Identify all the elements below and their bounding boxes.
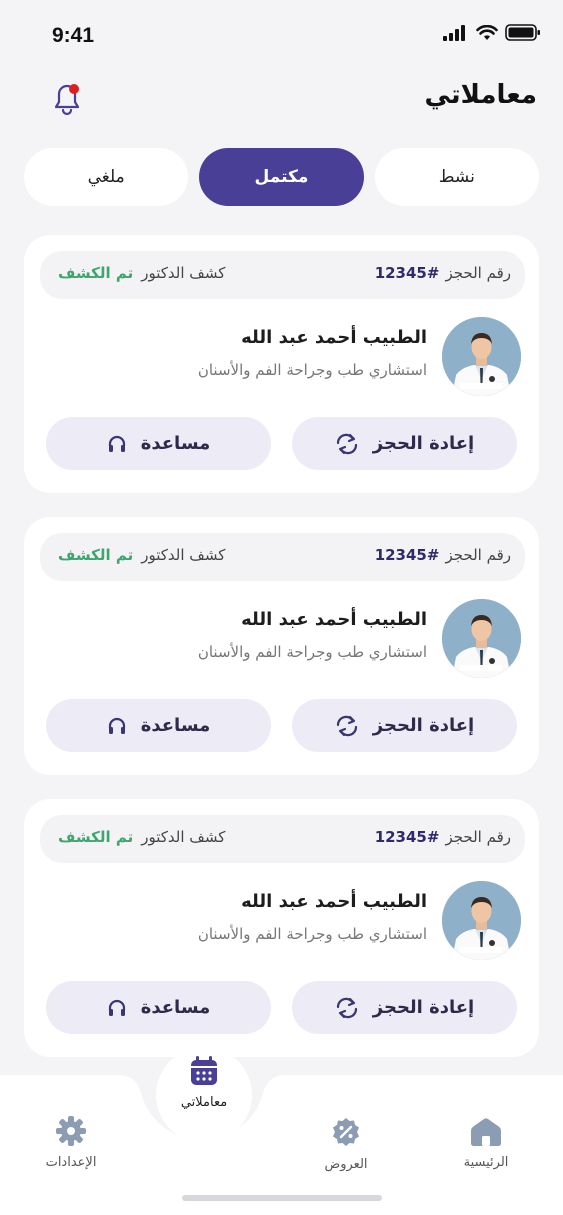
booking-number-label: رقم الحجز [445,828,511,846]
nav-home-label: الرئيسية [463,1155,509,1170]
rebook-button[interactable]: إعادة الحجز [292,981,517,1034]
booking-number-value: #12345 [374,264,440,282]
signal-icon [443,24,465,41]
booking-card: رقم الحجز #12345 كشف الدكتور تم الكشف الطب… [24,799,539,1057]
nav-settings[interactable]: الإعدادات [36,1115,106,1170]
home-icon [471,1118,501,1146]
bell-icon[interactable] [50,78,84,118]
status-icons [443,24,541,41]
rebook-label: إعادة الحجز [372,997,475,1018]
refresh-icon [336,433,357,454]
nav-offers-label: العروض [324,1157,368,1172]
booking-info-bar: رقم الحجز #12345 كشف الدكتور تم الكشف [40,251,525,299]
rebook-button[interactable]: إعادة الحجز [292,417,517,470]
booking-info-bar: رقم الحجز #12345 كشف الدكتور تم الكشف [40,533,525,581]
rebook-label: إعادة الحجز [372,715,475,736]
nav-transactions-label: معاملاتي [180,1095,228,1110]
doctor-photo [442,881,521,960]
help-button[interactable]: مساعدة [46,699,271,752]
help-label: مساعدة [140,997,211,1018]
booking-card: رقم الحجز #12345 كشف الدكتور تم الكشف الطب… [24,517,539,775]
booking-number-label: رقم الحجز [445,264,511,282]
exam-info: كشف الدكتور تم الكشف [58,828,225,846]
battery-icon [505,24,540,41]
booking-number: رقم الحجز #12345 [375,264,511,282]
doctor-specialty: استشاري طب وجراحة الفم والأسنان [197,361,427,379]
home-indicator [182,1195,382,1201]
rebook-button[interactable]: إعادة الحجز [292,699,517,752]
status-bar: 9:41 [0,0,563,70]
exam-type: كشف الدكتور [141,546,226,564]
exam-status-badge: تم الكشف [58,264,134,282]
discount-icon [333,1118,359,1146]
tab-cancelled[interactable]: ملغي [24,148,189,206]
doctor-specialty: استشاري طب وجراحة الفم والأسنان [197,925,427,943]
tab-completed[interactable]: مكتمل [199,148,364,206]
doctor-name: الطبيب أحمد عبد الله [241,609,427,630]
filter-tabs: ملغي مكتمل نشط [24,148,539,206]
exam-type: كشف الدكتور [141,264,226,282]
calendar-icon [191,1056,217,1085]
headphones-icon [108,999,125,1016]
nav-home[interactable]: الرئيسية [451,1117,521,1170]
booking-number: رقم الحجز #12345 [375,828,511,846]
nav-offers[interactable]: العروض [311,1117,381,1172]
header: معاملاتي [0,72,563,122]
status-time: 9:41 [52,24,95,47]
bottom-nav: الرئيسية العروض معاملاتي الإعدادات [0,1047,563,1215]
booking-number-label: رقم الحجز [445,546,511,564]
tab-active[interactable]: نشط [374,148,539,206]
nav-transactions[interactable]: معاملاتي [156,1055,252,1110]
exam-status-badge: تم الكشف [58,546,134,564]
booking-number-value: #12345 [374,546,440,564]
booking-info-bar: رقم الحجز #12345 كشف الدكتور تم الكشف [40,815,525,863]
help-label: مساعدة [140,433,211,454]
booking-number-value: #12345 [374,828,440,846]
doctor-name: الطبيب أحمد عبد الله [241,327,427,348]
refresh-icon [336,997,357,1018]
booking-card: رقم الحجز #12345 كشف الدكتور تم الكشف الطب… [24,235,539,493]
doctor-name: الطبيب أحمد عبد الله [241,891,427,912]
doctor-avatar [442,881,521,960]
doctor-photo [442,317,521,396]
booking-number: رقم الحجز #12345 [375,546,511,564]
headphones-icon [108,435,125,452]
page-title: معاملاتي [424,80,537,110]
nav-settings-label: الإعدادات [45,1155,97,1170]
gear-icon [56,1116,86,1146]
refresh-icon [336,715,357,736]
wifi-icon [476,24,498,40]
help-button[interactable]: مساعدة [46,417,271,470]
exam-status-badge: تم الكشف [58,828,134,846]
exam-info: كشف الدكتور تم الكشف [58,264,225,282]
doctor-specialty: استشاري طب وجراحة الفم والأسنان [197,643,427,661]
help-button[interactable]: مساعدة [46,981,271,1034]
help-label: مساعدة [140,715,211,736]
doctor-photo [442,599,521,678]
doctor-avatar [442,317,521,396]
exam-info: كشف الدكتور تم الكشف [58,546,225,564]
rebook-label: إعادة الحجز [372,433,475,454]
exam-type: كشف الدكتور [141,828,226,846]
doctor-avatar [442,599,521,678]
headphones-icon [108,717,125,734]
